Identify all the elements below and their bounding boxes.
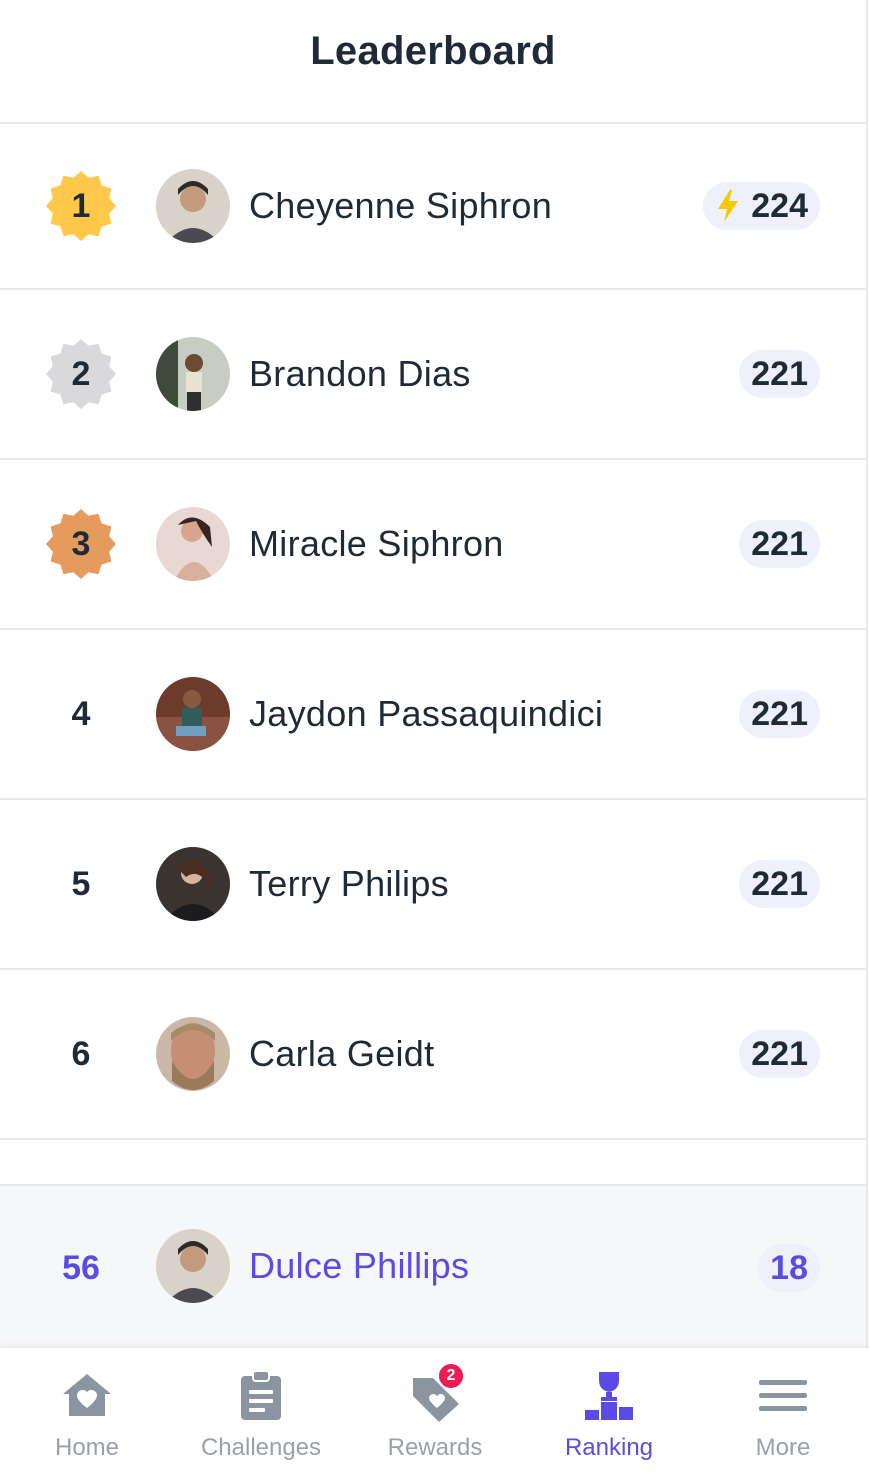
score-value: 221 [751, 864, 808, 903]
rank-medal-silver: 2 [44, 337, 118, 411]
tab-more[interactable]: More [696, 1348, 870, 1474]
page-title: Leaderboard [310, 28, 556, 73]
rank-number: 3 [71, 524, 91, 563]
tab-home[interactable]: Home [0, 1348, 174, 1474]
leaderboard-row[interactable]: 2 Brandon Dias 221 [0, 290, 868, 460]
player-name: Cheyenne Siphron [249, 185, 553, 226]
player-name: Jaydon Passaquindici [249, 693, 604, 734]
rank-number: 1 [71, 186, 91, 225]
trophy-podium-icon [581, 1368, 637, 1424]
lightning-bolt-icon [715, 189, 741, 223]
tab-label: Rewards [387, 1434, 483, 1461]
avatar [156, 847, 230, 921]
avatar [156, 337, 230, 411]
player-name: Brandon Dias [249, 353, 471, 394]
avatar [156, 1017, 230, 1091]
rank-number: 2 [71, 354, 91, 393]
score-value: 221 [751, 694, 808, 733]
tab-label: Home [54, 1434, 120, 1461]
rank-medal-gold: 1 [44, 169, 118, 243]
leaderboard-row[interactable]: 1 Cheyenne Siphron 224 [0, 124, 868, 290]
score-value: 221 [751, 354, 808, 393]
tab-rewards[interactable]: 2 Rewards [348, 1348, 522, 1474]
player-name: Dulce Phillips [249, 1245, 470, 1286]
player-name: Carla Geidt [249, 1033, 435, 1074]
current-user-row[interactable]: 56 Dulce Phillips 18 [0, 1186, 868, 1348]
rank-number: 56 [62, 1248, 100, 1287]
player-name: Miracle Siphron [249, 523, 504, 564]
tab-ranking[interactable]: Ranking [522, 1348, 696, 1474]
leaderboard-row[interactable]: 5 Terry Philips 221 [0, 800, 868, 970]
score-value: 221 [751, 524, 808, 563]
avatar [156, 169, 230, 243]
leaderboard-row[interactable]: 4 Jaydon Passaquindici 221 [0, 630, 868, 800]
score-badge: 221 [739, 350, 820, 398]
list-separator [0, 1138, 868, 1186]
notification-badge: 2 [437, 1362, 465, 1390]
rank-medal-bronze: 3 [44, 507, 118, 581]
score-value: 18 [770, 1248, 808, 1287]
tab-label: More [755, 1434, 811, 1461]
rank-plain: 56 [44, 1231, 118, 1305]
rank-number: 6 [71, 1034, 91, 1073]
header: Leaderboard [0, 0, 868, 124]
score-badge: 18 [758, 1244, 820, 1292]
rank-plain: 6 [44, 1017, 118, 1091]
hamburger-menu-icon [755, 1368, 811, 1424]
player-name: Terry Philips [249, 863, 449, 904]
score-badge: 224 [703, 182, 820, 230]
rank-plain: 4 [44, 677, 118, 751]
leaderboard-row[interactable]: 3 Miracle Siphron 221 [0, 460, 868, 630]
tag-heart-icon: 2 [407, 1362, 465, 1424]
tab-label: Challenges [200, 1434, 322, 1461]
clipboard-icon [233, 1368, 289, 1424]
leaderboard-list: 1 Cheyenne Siphron 224 2 Brandon Dias 22… [0, 124, 870, 1140]
tab-challenges[interactable]: Challenges [174, 1348, 348, 1474]
avatar [156, 1229, 230, 1303]
bottom-tab-bar: Home Challenges 2 Rewards Ranking More [0, 1348, 870, 1474]
avatar [156, 677, 230, 751]
score-badge: 221 [739, 520, 820, 568]
rank-number: 4 [71, 694, 91, 733]
avatar [156, 507, 230, 581]
rank-plain: 5 [44, 847, 118, 921]
score-badge: 221 [739, 690, 820, 738]
tab-label: Ranking [564, 1434, 654, 1461]
score-badge: 221 [739, 860, 820, 908]
score-value: 221 [751, 1034, 808, 1073]
leaderboard-row[interactable]: 6 Carla Geidt 221 [0, 970, 868, 1140]
score-value: 224 [751, 186, 808, 225]
score-badge: 221 [739, 1030, 820, 1078]
rank-number: 5 [71, 864, 91, 903]
home-heart-icon [59, 1368, 115, 1424]
